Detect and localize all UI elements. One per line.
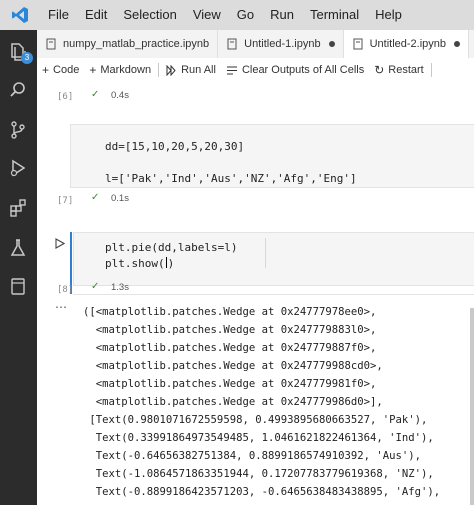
add-markdown-label: Markdown xyxy=(100,64,152,76)
output-line: [Text(0.9801071672559598, 0.499389568066… xyxy=(83,414,428,426)
activity-bar: 3 xyxy=(0,30,37,505)
add-code-label: Code xyxy=(53,64,80,76)
indent-guide xyxy=(265,238,266,268)
notebook-file-icon xyxy=(353,38,363,50)
output-line: Text(0.33991864973549485, 1.046162182246… xyxy=(83,432,434,444)
success-check-icon: ✓ xyxy=(91,192,100,203)
explorer-badge: 3 xyxy=(21,52,33,64)
tab-untitled-2[interactable]: Untitled-2.ipynb xyxy=(343,30,470,58)
menu-view[interactable]: View xyxy=(185,0,229,30)
run-debug-icon[interactable] xyxy=(6,156,30,180)
code-line[interactable]: dd=[15,10,20,5,20,30] xyxy=(105,140,244,153)
extensions-icon[interactable] xyxy=(6,196,30,220)
plus-icon: + xyxy=(42,63,50,77)
run-all-button[interactable]: Run All xyxy=(161,58,221,82)
tab-numpy-matlab-practice[interactable]: numpy_matlab_practice.ipynb xyxy=(37,30,219,58)
output-line: <matplotlib.patches.Wedge at 0x247779986… xyxy=(83,396,383,408)
success-check-icon: ✓ xyxy=(91,281,100,292)
run-all-label: Run All xyxy=(181,64,216,76)
output-scrollbar[interactable] xyxy=(470,308,474,505)
menu-go[interactable]: Go xyxy=(229,0,262,30)
code-line[interactable]: plt.pie(dd,labels=l) xyxy=(105,241,237,254)
clear-outputs-button[interactable]: Clear Outputs of All Cells xyxy=(221,58,369,82)
notebook-editor: [6] ✓ 0.4s dd=[15,10,20,5,20,30] l=['Pak… xyxy=(37,82,474,505)
menu-edit[interactable]: Edit xyxy=(77,0,115,30)
vscode-logo-icon xyxy=(0,0,40,30)
output-line: <matplotlib.patches.Wedge at 0x247779988… xyxy=(83,360,383,372)
add-markdown-cell-button[interactable]: + Markdown xyxy=(84,58,156,82)
tab-label: numpy_matlab_practice.ipynb xyxy=(63,38,210,50)
notebook-file-icon xyxy=(227,38,237,50)
output-line: <matplotlib.patches.Wedge at 0x247779883… xyxy=(83,324,377,336)
output-line: <matplotlib.patches.Wedge at 0x247779887… xyxy=(83,342,377,354)
editor-tab-bar: numpy_matlab_practice.ipynb Untitled-1.i… xyxy=(37,30,474,59)
notebook-file-icon xyxy=(46,38,56,50)
add-code-cell-button[interactable]: + Code xyxy=(37,58,84,82)
execution-count: [7] xyxy=(57,196,74,206)
code-line-cursor[interactable]: plt.show() xyxy=(105,257,174,270)
execution-time: 0.4s xyxy=(111,90,129,101)
execution-time: 0.1s xyxy=(111,193,129,204)
execution-time: 1.3s xyxy=(111,282,129,293)
menu-run[interactable]: Run xyxy=(262,0,302,30)
unsaved-dot-icon[interactable] xyxy=(328,41,335,47)
source-control-icon[interactable] xyxy=(6,118,30,142)
output-line: Text(-0.64656382751384, 0.88991865749103… xyxy=(83,450,422,462)
search-icon[interactable] xyxy=(6,78,30,102)
menu-file[interactable]: File xyxy=(40,0,77,30)
output-menu-icon[interactable]: ⋯ xyxy=(55,300,67,314)
menu-selection[interactable]: Selection xyxy=(115,0,184,30)
run-all-icon xyxy=(166,64,176,76)
jupyter-icon[interactable] xyxy=(6,274,30,298)
code-line[interactable]: l=['Pak','Ind','Aus','NZ','Afg','Eng'] xyxy=(105,172,357,185)
tab-label: Untitled-2.ipynb xyxy=(369,38,447,50)
output-line: Text(-0.8899186423571203, -0.64656384834… xyxy=(83,486,441,498)
tab-label: Untitled-1.ipynb xyxy=(244,38,321,50)
text-cursor xyxy=(165,257,167,268)
clear-outputs-label: Clear Outputs of All Cells xyxy=(241,64,365,76)
execution-count: [6] xyxy=(57,92,74,102)
menu-bar: File Edit Selection View Go Run Terminal… xyxy=(0,0,474,30)
menu-terminal[interactable]: Terminal xyxy=(302,0,367,30)
menu-help[interactable]: Help xyxy=(367,0,410,30)
success-check-icon: ✓ xyxy=(91,89,100,100)
plus-icon: + xyxy=(89,63,97,77)
tab-untitled-1[interactable]: Untitled-1.ipynb xyxy=(218,30,344,58)
run-cell-icon[interactable] xyxy=(55,236,66,254)
toolbar-divider xyxy=(430,63,432,77)
testing-flask-icon[interactable] xyxy=(6,236,30,260)
code-text: plt.show( xyxy=(105,257,165,270)
cell-separator xyxy=(73,294,474,295)
restart-label: Restart xyxy=(388,64,424,76)
execution-count: [8] xyxy=(57,285,74,295)
output-line: ([<matplotlib.patches.Wedge at 0x2477797… xyxy=(83,306,377,318)
toolbar-divider xyxy=(158,63,160,77)
output-line: Text(-1.0864571863351944, 0.172077837796… xyxy=(83,468,434,480)
restart-icon: ↻ xyxy=(374,63,385,77)
output-line: <matplotlib.patches.Wedge at 0x247779981… xyxy=(83,378,377,390)
clear-all-icon xyxy=(226,66,237,74)
unsaved-dot-icon[interactable] xyxy=(454,41,461,47)
notebook-toolbar: + Code + Markdown Run All Clear Outputs … xyxy=(37,58,474,83)
restart-button[interactable]: ↻ Restart xyxy=(369,58,429,82)
